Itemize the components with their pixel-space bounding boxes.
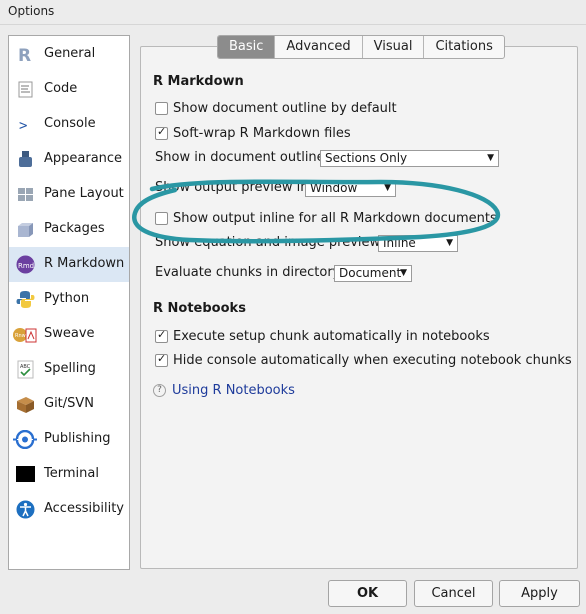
chevron-down-icon: ▼ <box>446 238 453 248</box>
eval-dir-label: Evaluate chunks in directory: <box>155 265 344 280</box>
rmd-icon: Rmd <box>16 255 35 274</box>
cancel-button[interactable]: Cancel <box>414 580 493 607</box>
hide-console-label: Hide console automatically when executin… <box>173 353 572 368</box>
sidebar-item-label: Python <box>44 291 90 306</box>
preview-in-select[interactable]: Window ▼ <box>305 180 396 197</box>
soft-wrap-checkbox[interactable] <box>155 125 168 140</box>
setup-chunk-label: Execute setup chunk automatically in not… <box>173 329 490 344</box>
sidebar-item-python[interactable]: Python <box>9 282 129 317</box>
tab-visual[interactable]: Visual <box>363 36 425 58</box>
svg-text:Rmd: Rmd <box>18 262 34 270</box>
sidebar-item-label: Sweave <box>44 326 95 341</box>
chevron-down-icon: ▼ <box>400 268 407 278</box>
hide-console-checkbox[interactable] <box>155 352 168 367</box>
git-icon <box>16 395 35 414</box>
tab-advanced[interactable]: Advanced <box>275 36 363 58</box>
equation-previews-value: Inline <box>383 236 416 250</box>
sidebar-item-packages[interactable]: Packages <box>9 212 129 247</box>
sidebar-item-label: R Markdown <box>44 256 125 271</box>
sidebar-item-pane-layout[interactable]: Pane Layout <box>9 177 129 212</box>
r-markdown-section-title: R Markdown <box>153 74 244 89</box>
r-logo-icon: R <box>16 45 35 64</box>
sidebar-item-label: Pane Layout <box>44 186 124 201</box>
r-notebooks-section-title: R Notebooks <box>153 301 246 316</box>
using-r-notebooks-link[interactable]: Using R Notebooks <box>172 383 295 398</box>
sidebar-item-label: Console <box>44 116 96 131</box>
window-title: Options <box>8 4 55 18</box>
code-icon <box>16 80 35 99</box>
soft-wrap-label: Soft-wrap R Markdown files <box>173 126 351 141</box>
preview-in-value: Window <box>310 181 358 195</box>
packages-icon <box>16 220 35 239</box>
sweave-icon: Rnw <box>13 325 37 344</box>
sidebar-item-general[interactable]: R General <box>9 37 129 72</box>
eval-dir-select[interactable]: Document ▼ <box>334 265 412 282</box>
sidebar-item-accessibility[interactable]: Accessibility <box>9 492 129 527</box>
sidebar-item-code[interactable]: Code <box>9 72 129 107</box>
sidebar-item-r-markdown[interactable]: Rmd R Markdown <box>9 247 129 282</box>
publishing-icon <box>13 430 37 449</box>
equation-previews-select[interactable]: Inline ▼ <box>378 235 458 252</box>
sidebar-item-label: Terminal <box>44 466 99 481</box>
eval-dir-value: Document <box>339 266 402 280</box>
sidebar-item-spelling[interactable]: ABC Spelling <box>9 352 129 387</box>
console-icon: > <box>16 115 35 134</box>
ok-button[interactable]: OK <box>328 580 407 607</box>
accessibility-icon <box>16 500 35 519</box>
tab-basic[interactable]: Basic <box>218 36 276 58</box>
preview-in-label: Show output preview in: <box>155 180 313 195</box>
help-icon: ? <box>153 384 166 397</box>
show-outline-option[interactable]: Show document outline by default <box>155 101 397 116</box>
title-bar: Options <box>0 0 586 25</box>
outline-show-label: Show in document outline: <box>155 150 330 165</box>
outline-show-select[interactable]: Sections Only ▼ <box>320 150 499 167</box>
svg-text:Rnw: Rnw <box>15 333 26 339</box>
outline-show-value: Sections Only <box>325 151 408 165</box>
appearance-icon <box>16 150 35 169</box>
sidebar-item-label: Publishing <box>44 431 111 446</box>
inline-output-option[interactable]: Show output inline for all R Markdown do… <box>155 211 497 226</box>
inline-output-checkbox[interactable] <box>155 212 168 225</box>
tab-citations[interactable]: Citations <box>424 36 503 58</box>
hide-console-option[interactable]: Hide console automatically when executin… <box>155 352 572 368</box>
svg-text:R: R <box>18 46 31 64</box>
sidebar-item-git-svn[interactable]: Git/SVN <box>9 387 129 422</box>
sidebar-item-console[interactable]: > Console <box>9 107 129 142</box>
equation-previews-label: Show equation and image previews: <box>155 235 392 250</box>
inline-output-label: Show output inline for all R Markdown do… <box>173 211 497 226</box>
terminal-icon <box>16 465 35 484</box>
options-sidebar: R General Code > Console Appearance Pane… <box>8 35 130 570</box>
pane-layout-icon <box>16 185 35 204</box>
svg-text:>: > <box>19 118 27 134</box>
apply-button[interactable]: Apply <box>499 580 580 607</box>
chevron-down-icon: ▼ <box>487 153 494 163</box>
sidebar-item-label: Appearance <box>44 151 123 166</box>
soft-wrap-option[interactable]: Soft-wrap R Markdown files <box>155 125 351 141</box>
spelling-icon: ABC <box>16 360 35 379</box>
sidebar-item-label: General <box>44 46 96 61</box>
python-icon <box>16 290 35 309</box>
show-outline-checkbox[interactable] <box>155 102 168 115</box>
sidebar-item-label: Spelling <box>44 361 96 376</box>
help-link-row[interactable]: ? Using R Notebooks <box>153 383 295 398</box>
sidebar-item-label: Code <box>44 81 78 96</box>
sidebar-item-label: Git/SVN <box>44 396 95 411</box>
show-outline-label: Show document outline by default <box>173 101 397 116</box>
setup-chunk-checkbox[interactable] <box>155 328 168 343</box>
sidebar-item-appearance[interactable]: Appearance <box>9 142 129 177</box>
sidebar-item-publishing[interactable]: Publishing <box>9 422 129 457</box>
tab-bar: Basic Advanced Visual Citations <box>217 35 505 59</box>
setup-chunk-option[interactable]: Execute setup chunk automatically in not… <box>155 328 490 344</box>
sidebar-item-terminal[interactable]: Terminal <box>9 457 129 492</box>
sidebar-item-sweave[interactable]: Rnw Sweave <box>9 317 129 352</box>
sidebar-item-label: Accessibility <box>44 501 124 516</box>
sidebar-item-label: Packages <box>44 221 105 236</box>
chevron-down-icon: ▼ <box>384 183 391 193</box>
